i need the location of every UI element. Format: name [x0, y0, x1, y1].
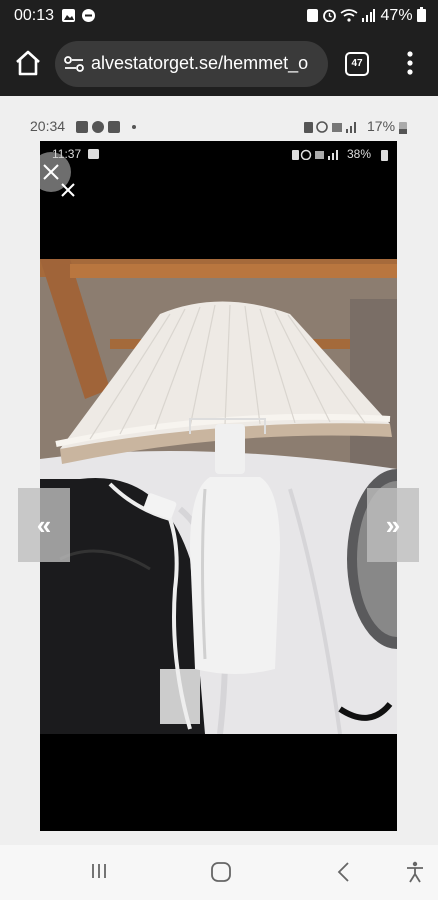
accessibility-icon[interactable] [405, 861, 425, 883]
battery-level: 47% [381, 7, 426, 25]
site-settings-icon[interactable] [64, 55, 84, 73]
url-text[interactable]: alvestatorget.se/hemmet_o [91, 53, 308, 74]
dnd-icon [82, 9, 95, 22]
gallery-next-button[interactable]: » [367, 488, 419, 562]
battery-saver-icon [307, 9, 318, 22]
embedded-battery: 17% [367, 118, 396, 134]
tabs-icon[interactable]: 47 [345, 52, 369, 76]
product-photo-viewer[interactable]: 11:37 38% [40, 141, 397, 831]
status-icons [304, 121, 356, 133]
status-time: 00:13 [14, 7, 55, 24]
photo-status-battery: 38% [347, 147, 372, 161]
qr-icon [76, 121, 88, 133]
photo-status-bar: 11:37 38% [52, 147, 392, 163]
system-nav-bar [0, 845, 438, 900]
browser-toolbar: alvestatorget.se/hemmet_o 47 [0, 32, 438, 96]
status-bar: 00:13 47% [0, 0, 438, 32]
close-icon[interactable] [61, 183, 75, 197]
gallery-icon [62, 9, 75, 22]
close-icon[interactable] [41, 162, 61, 182]
alarm-icon [323, 9, 336, 22]
battery-icon [381, 150, 388, 161]
signal-icon [362, 9, 375, 22]
battery-percent: 47% [380, 7, 413, 24]
recent-apps-icon[interactable] [89, 861, 109, 881]
home-icon[interactable] [14, 49, 42, 77]
embedded-status-bar: 20:34 17% [30, 118, 414, 138]
gallery-prev-button[interactable]: « [18, 488, 70, 562]
home-nav-icon[interactable] [210, 861, 232, 883]
lamp-photo [40, 259, 397, 734]
back-icon[interactable] [336, 861, 352, 883]
gallery-icon [88, 149, 99, 159]
dnd-icon [92, 121, 104, 133]
embedded-time: 20:34 [30, 118, 66, 134]
page-content: 20:34 17% 11:37 38% « » [0, 96, 438, 845]
status-icons [292, 149, 338, 160]
battery-icon [399, 122, 407, 134]
gallery-icon [108, 121, 120, 133]
battery-icon [417, 7, 426, 22]
more-menu-icon[interactable] [402, 50, 418, 76]
wifi-icon [340, 9, 358, 22]
address-bar[interactable]: alvestatorget.se/hemmet_o [55, 41, 328, 87]
dot-icon [132, 125, 136, 129]
